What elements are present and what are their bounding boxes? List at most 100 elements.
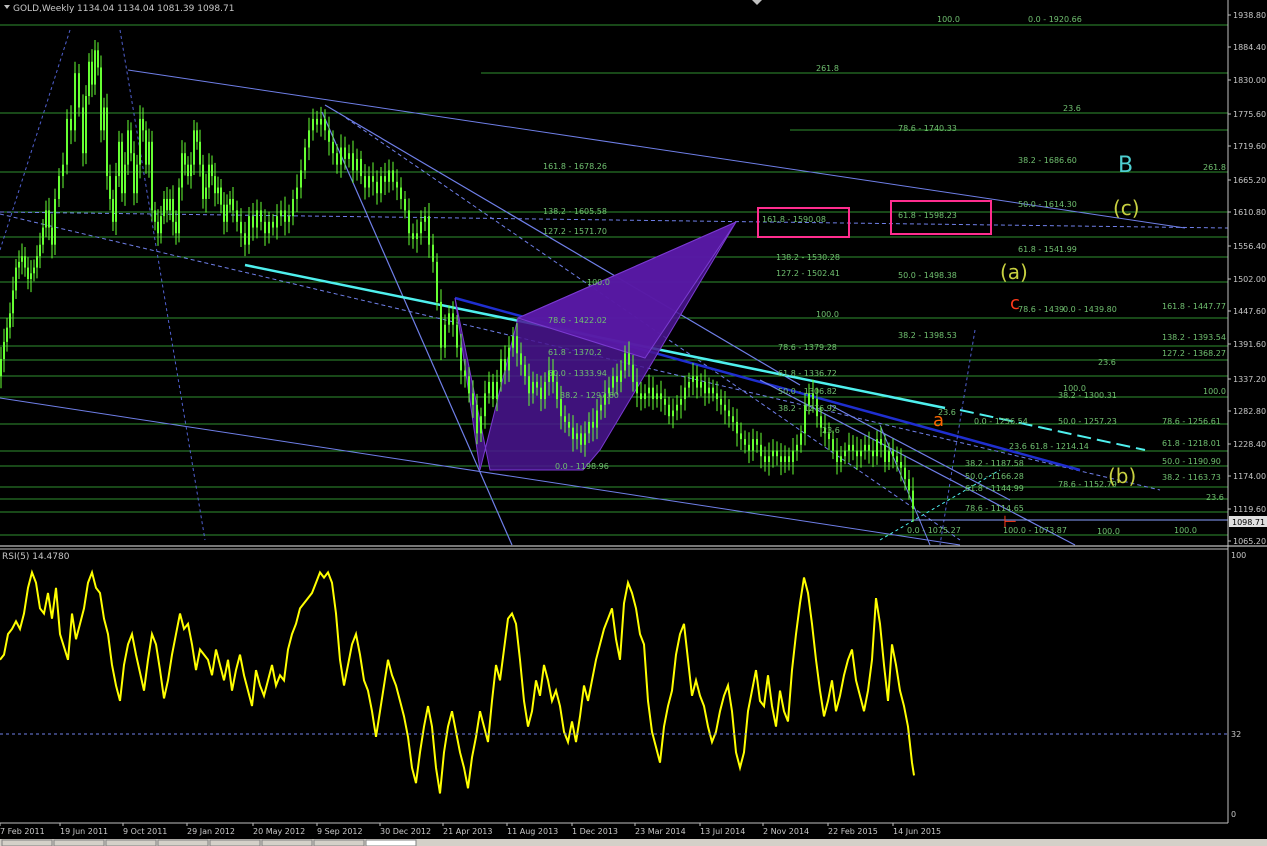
candle-body	[524, 364, 526, 377]
candle-body	[580, 433, 582, 445]
candle-body	[556, 381, 558, 400]
price-tick: 1830.00	[1233, 76, 1266, 85]
candle-body	[308, 130, 310, 148]
candle-body	[223, 204, 225, 222]
candle-body	[684, 387, 686, 400]
fib-label: 78.6 - 1439	[1018, 305, 1064, 314]
candle-body	[356, 158, 358, 171]
candle-body	[772, 450, 774, 457]
wave-label-c: c	[1010, 293, 1020, 314]
price-tick: 1065.20	[1233, 537, 1266, 546]
time-label: 29 Jan 2012	[187, 827, 235, 836]
candle-body	[236, 210, 238, 222]
candle-body	[388, 170, 390, 182]
fib-label: 161.8 - 1447.77	[1162, 302, 1226, 311]
candle-body	[181, 153, 183, 188]
fib-label: 50.0 - 1498.38	[898, 271, 957, 280]
candle-body	[912, 490, 914, 509]
fib-label: 50.0 - 1614.30	[1018, 200, 1077, 209]
fib-label: 23.6	[822, 426, 840, 435]
fib-label: 0.0 - 1256.54	[974, 417, 1028, 426]
candle-body	[124, 164, 126, 194]
candle-body	[800, 433, 802, 445]
candle-body	[58, 176, 60, 199]
candle-body	[744, 439, 746, 445]
candle-body	[452, 313, 454, 325]
candle-body	[163, 198, 165, 217]
rsi-tick-0: 0	[1231, 810, 1236, 819]
candle-body	[896, 456, 898, 462]
candle-body	[832, 439, 834, 451]
fib-label: 138.2 - 1530.28	[776, 253, 840, 262]
candle-body	[175, 221, 177, 234]
candle-body	[316, 118, 318, 125]
wave-label-a-paren: (a)	[1000, 260, 1028, 284]
candle-body	[540, 387, 542, 400]
candle-body	[648, 387, 650, 394]
chart-tab	[261, 839, 313, 846]
candle-body	[148, 141, 150, 165]
candle-body	[160, 216, 162, 234]
candle-body	[500, 359, 502, 382]
candle-body	[432, 244, 434, 262]
price-tick: 1174.00	[1233, 472, 1266, 481]
candle-body	[193, 130, 195, 165]
candle-body	[696, 376, 698, 388]
candle-body	[172, 198, 174, 222]
candle-body	[78, 73, 80, 108]
candle-body	[876, 439, 878, 457]
candle-body	[732, 416, 734, 422]
candle-body	[226, 204, 228, 222]
candle-body	[292, 198, 294, 217]
fib-label: 100.0	[1097, 527, 1120, 536]
price-tick: 1228.40	[1233, 440, 1266, 449]
fib-label: 0.0 - 1075.27	[907, 526, 961, 535]
candle-body	[704, 381, 706, 394]
candle-body	[756, 439, 758, 445]
fib-label: 100.0	[1174, 526, 1197, 535]
candle-body	[852, 444, 854, 451]
candle-body	[404, 198, 406, 211]
candle-body	[244, 233, 246, 245]
candle-body	[229, 198, 231, 205]
fib-label: 78.6 - 1740.33	[898, 124, 957, 133]
wave-label-a: a	[933, 410, 944, 431]
candle-body	[472, 393, 474, 405]
chart-canvas[interactable]: 100.0 0.0 - 1920.66 261.8 23.6 78.6 - 1740.3…	[0, 0, 1267, 846]
candle-body	[496, 381, 498, 400]
price-tick: 1884.40	[1233, 43, 1266, 52]
candle-body	[584, 433, 586, 445]
candle-body	[532, 381, 534, 394]
candle-body	[440, 301, 442, 348]
candle-body	[199, 141, 201, 165]
candle-body	[880, 439, 882, 445]
candle-body	[154, 210, 156, 222]
candle-body	[91, 61, 93, 85]
candle-body	[716, 393, 718, 400]
time-label: 19 Jun 2011	[60, 827, 108, 836]
candle-body	[544, 381, 546, 400]
candle-body	[39, 244, 41, 257]
candle-body	[348, 153, 350, 159]
fib-label: 61.8 - 1218.01	[1162, 439, 1221, 448]
candle-body	[214, 176, 216, 194]
chart-ohlc: 1134.04 1134.04 1081.39 1098.71	[77, 4, 234, 14]
candle-body	[288, 216, 290, 222]
candle-body	[6, 327, 8, 342]
fib-label: 50.0 - 1257.23	[1058, 417, 1117, 426]
time-label: 1 Dec 2013	[572, 827, 618, 836]
time-label: 30 Dec 2012	[380, 827, 431, 836]
candle-body	[632, 364, 634, 382]
time-label: 20 May 2012	[253, 827, 305, 836]
candle-body	[74, 73, 76, 131]
candle-body	[624, 353, 626, 371]
candle-body	[232, 198, 234, 211]
fib-label: 38.2 - 1686.60	[1018, 156, 1077, 165]
candle-body	[476, 404, 478, 434]
candle-body	[460, 347, 462, 371]
chart-tab	[313, 839, 365, 846]
candle-body	[62, 164, 64, 177]
time-label: 23 Mar 2014	[635, 827, 686, 836]
candle-body	[115, 176, 117, 222]
candle-body	[676, 404, 678, 411]
